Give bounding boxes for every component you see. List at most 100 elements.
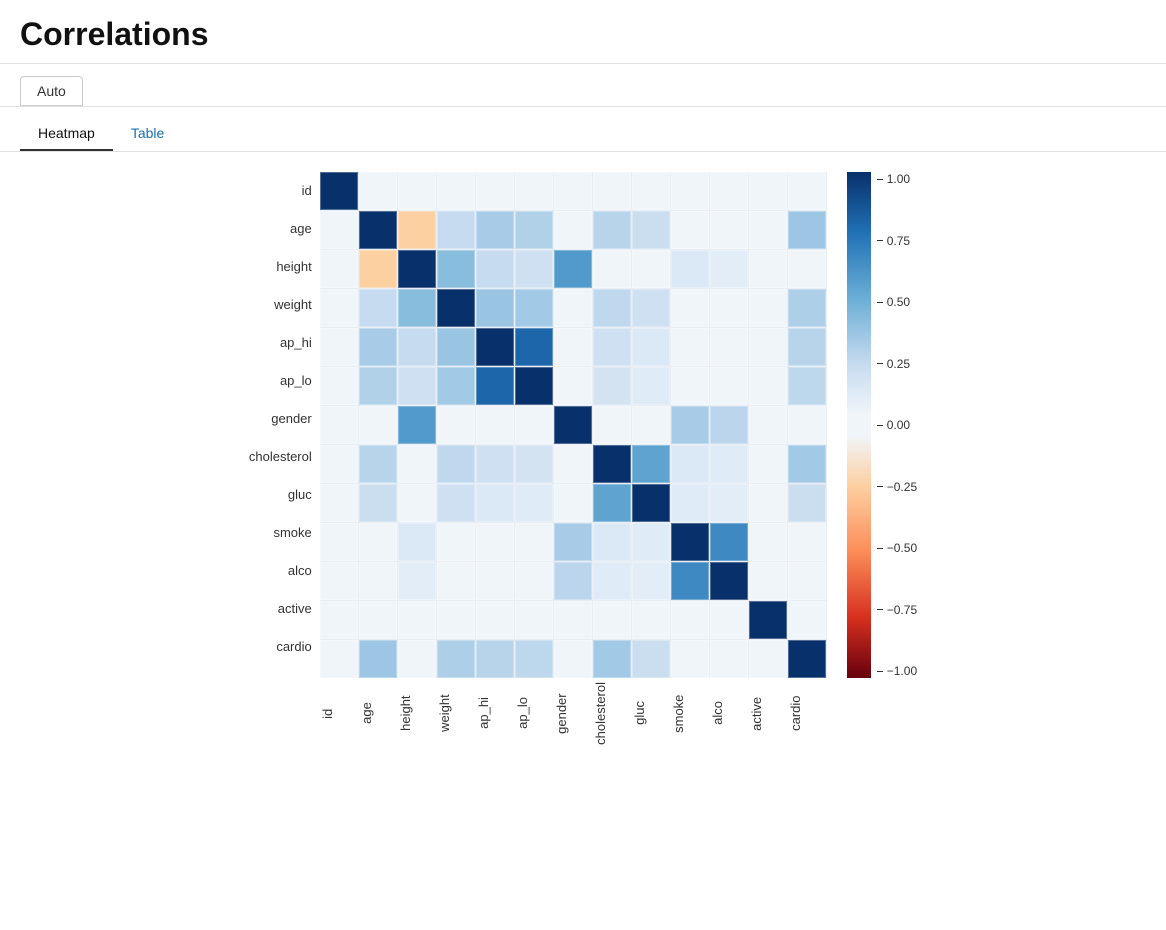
y-label: alco bbox=[249, 552, 320, 590]
heatmap-cell bbox=[476, 406, 514, 444]
y-label: ap_lo bbox=[249, 362, 320, 400]
colorbar-tick bbox=[877, 671, 883, 672]
heatmap-cell bbox=[515, 562, 553, 600]
y-label: active bbox=[249, 590, 320, 628]
heatmap-cell bbox=[710, 640, 748, 678]
x-label: id bbox=[320, 682, 359, 745]
colorbar-tick-label: 0.50 bbox=[887, 295, 910, 309]
heatmap-cell bbox=[632, 328, 670, 366]
heatmap-cell bbox=[398, 601, 436, 639]
colorbar-tick-label: −0.75 bbox=[887, 603, 917, 617]
heatmap-cell bbox=[671, 406, 709, 444]
colorbar-tick-label: −1.00 bbox=[887, 664, 917, 678]
heatmap-cell bbox=[632, 172, 670, 210]
heatmap-cell bbox=[593, 484, 631, 522]
heatmap-cell bbox=[593, 250, 631, 288]
heatmap-cell bbox=[398, 484, 436, 522]
heatmap-cell bbox=[398, 562, 436, 600]
heatmap-cell bbox=[788, 640, 826, 678]
tab-table[interactable]: Table bbox=[113, 117, 182, 151]
heatmap-cell bbox=[398, 406, 436, 444]
heatmap-cell bbox=[554, 172, 592, 210]
tab-auto[interactable]: Auto bbox=[20, 76, 83, 106]
heatmap-cell bbox=[671, 523, 709, 561]
heatmap-cell bbox=[593, 367, 631, 405]
colorbar-tick-label: −0.25 bbox=[887, 480, 917, 494]
heatmap-cell bbox=[554, 445, 592, 483]
x-labels: idageheightweightap_hiap_logendercholest… bbox=[320, 682, 827, 745]
heatmap-cell bbox=[476, 328, 514, 366]
heatmap-cell bbox=[632, 523, 670, 561]
colorbar-tick-label: 0.00 bbox=[887, 418, 910, 432]
heatmap-cell bbox=[632, 484, 670, 522]
heatmap-cell bbox=[632, 640, 670, 678]
x-label: alco bbox=[710, 682, 749, 745]
heatmap-cell bbox=[593, 406, 631, 444]
heatmap-cell bbox=[671, 367, 709, 405]
heatmap-cell bbox=[437, 211, 475, 249]
heatmap-cell bbox=[788, 445, 826, 483]
heatmap-cell bbox=[554, 250, 592, 288]
colorbar-tick bbox=[877, 548, 883, 549]
x-label: active bbox=[749, 682, 788, 745]
heatmap-cell bbox=[554, 367, 592, 405]
heatmap-cell bbox=[710, 562, 748, 600]
heatmap-cell bbox=[320, 523, 358, 561]
heatmap-cell bbox=[749, 406, 787, 444]
heatmap-cell bbox=[788, 484, 826, 522]
heatmap-cell bbox=[671, 640, 709, 678]
colorbar-tick bbox=[877, 363, 883, 364]
heatmap-cell bbox=[671, 484, 709, 522]
heatmap-cell bbox=[671, 562, 709, 600]
heatmap-cell bbox=[515, 640, 553, 678]
colorbar-tick bbox=[877, 425, 883, 426]
heatmap-cell bbox=[476, 289, 514, 327]
y-label: gender bbox=[249, 400, 320, 438]
y-label: age bbox=[249, 210, 320, 248]
heatmap-cell bbox=[476, 250, 514, 288]
heatmap-cell bbox=[788, 250, 826, 288]
heatmap-cell bbox=[437, 640, 475, 678]
colorbar-tick bbox=[877, 302, 883, 303]
heatmap-cell bbox=[437, 289, 475, 327]
heatmap-cell bbox=[320, 172, 358, 210]
y-labels: idageheightweightap_hiap_logendercholest… bbox=[249, 172, 320, 666]
colorbar-labels: 1.000.750.500.250.00−0.25−0.50−0.75−1.00 bbox=[877, 172, 917, 678]
heatmap-cell bbox=[749, 172, 787, 210]
colorbar-wrapper: 1.000.750.500.250.00−0.25−0.50−0.75−1.00 bbox=[847, 172, 917, 678]
heatmap-cell bbox=[710, 406, 748, 444]
heatmap-cell bbox=[710, 250, 748, 288]
colorbar-area: 1.000.750.500.250.00−0.25−0.50−0.75−1.00 bbox=[847, 172, 917, 678]
heatmap-cell bbox=[437, 562, 475, 600]
heatmap-cell bbox=[593, 289, 631, 327]
colorbar-label: −1.00 bbox=[877, 664, 917, 678]
heatmap-cell bbox=[515, 601, 553, 639]
heatmap-cell bbox=[710, 289, 748, 327]
heatmap-cell bbox=[320, 211, 358, 249]
heatmap-cell bbox=[359, 211, 397, 249]
heatmap-cell bbox=[359, 328, 397, 366]
heatmap-cell bbox=[710, 367, 748, 405]
heatmap-cell bbox=[398, 328, 436, 366]
tab-heatmap[interactable]: Heatmap bbox=[20, 117, 113, 151]
heatmap-cell bbox=[749, 289, 787, 327]
heatmap-cell bbox=[359, 406, 397, 444]
heatmap-cell bbox=[554, 640, 592, 678]
heatmap-cell bbox=[788, 406, 826, 444]
y-label: smoke bbox=[249, 514, 320, 552]
y-label: gluc bbox=[249, 476, 320, 514]
heatmap-cell bbox=[359, 523, 397, 561]
heatmap-cell bbox=[749, 211, 787, 249]
main-content: idageheightweightap_hiap_logendercholest… bbox=[0, 152, 1166, 765]
colorbar-tick bbox=[877, 609, 883, 610]
colorbar bbox=[847, 172, 871, 678]
heatmap-cell bbox=[671, 445, 709, 483]
heatmap-cell bbox=[359, 601, 397, 639]
y-label: cardio bbox=[249, 628, 320, 666]
colorbar-label: 0.75 bbox=[877, 234, 917, 248]
heatmap-cell bbox=[476, 523, 514, 561]
heatmap-cell bbox=[515, 289, 553, 327]
heatmap-cell bbox=[671, 172, 709, 210]
y-label: weight bbox=[249, 286, 320, 324]
heatmap-cell bbox=[749, 562, 787, 600]
